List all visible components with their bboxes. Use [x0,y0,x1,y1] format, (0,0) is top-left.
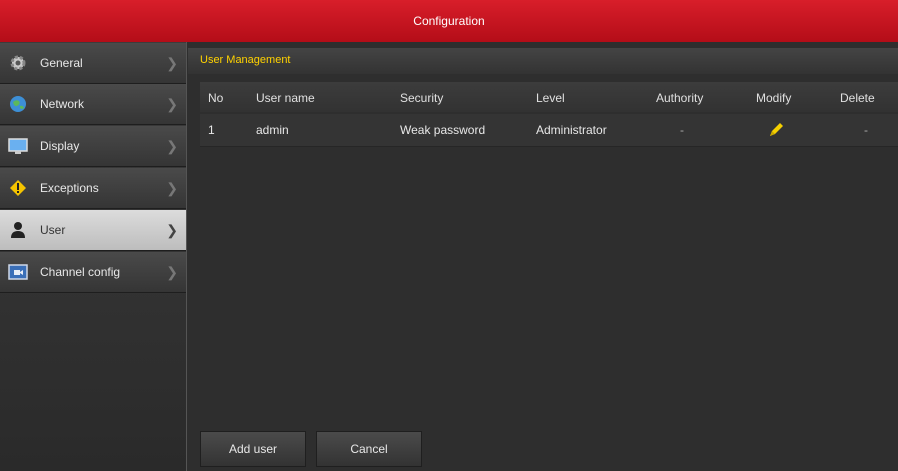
cell-delete: - [864,123,868,137]
section-header: User Management [188,48,898,74]
cancel-button[interactable]: Cancel [316,431,422,467]
config-window: Configuration General ❯ Network ❯ Displa… [0,0,898,471]
pencil-icon[interactable] [768,120,784,141]
col-username: User name [256,91,315,105]
chevron-right-icon: ❯ [166,264,178,280]
col-no: No [208,91,224,105]
sidebar-item-label: User [40,223,66,237]
col-security: Security [400,91,444,105]
title-bar: Configuration [0,0,898,42]
window-title: Configuration [413,14,485,28]
main-content: User Management No User name Security Le… [188,42,898,471]
camera-channel-icon [8,263,28,281]
table-row[interactable]: 1 admin Weak password Administrator - - [200,114,898,147]
chevron-right-icon: ❯ [166,96,178,112]
sidebar-item-exceptions[interactable]: Exceptions ❯ [0,168,186,209]
cell-authority: - [680,123,684,137]
add-user-button[interactable]: Add user [200,431,306,467]
sidebar-item-label: General [40,56,83,70]
col-delete: Delete [840,91,875,105]
sidebar-item-label: Display [40,139,80,153]
sidebar-item-display[interactable]: Display ❯ [0,126,186,167]
cell-username: admin [256,123,289,137]
monitor-icon [8,137,28,155]
chevron-right-icon: ❯ [166,138,178,154]
sidebar-item-network[interactable]: Network ❯ [0,84,186,125]
sidebar-item-general[interactable]: General ❯ [0,43,186,84]
sidebar-item-user[interactable]: User ❯ [0,210,186,251]
section-title: User Management [200,54,291,66]
warning-icon [8,179,28,197]
col-authority: Authority [656,91,704,105]
sidebar-item-label: Network [40,97,85,111]
chevron-right-icon: ❯ [166,222,178,238]
cell-no: 1 [208,123,215,137]
col-level: Level [536,91,565,105]
table-header: No User name Security Level Authority Mo… [200,82,898,112]
sidebar-item-channel-config[interactable]: Channel config ❯ [0,252,186,293]
user-icon [8,221,28,239]
chevron-right-icon: ❯ [166,55,178,71]
cell-security: Weak password [400,123,486,137]
globe-icon [8,95,28,113]
sidebar-item-label: Exceptions [40,181,99,195]
col-modify: Modify [756,91,792,105]
cell-level: Administrator [536,123,607,137]
sidebar-item-label: Channel config [40,265,121,279]
gear-icon [8,54,28,72]
chevron-right-icon: ❯ [166,180,178,196]
sidebar: General ❯ Network ❯ Display ❯ Exceptions… [0,42,187,471]
